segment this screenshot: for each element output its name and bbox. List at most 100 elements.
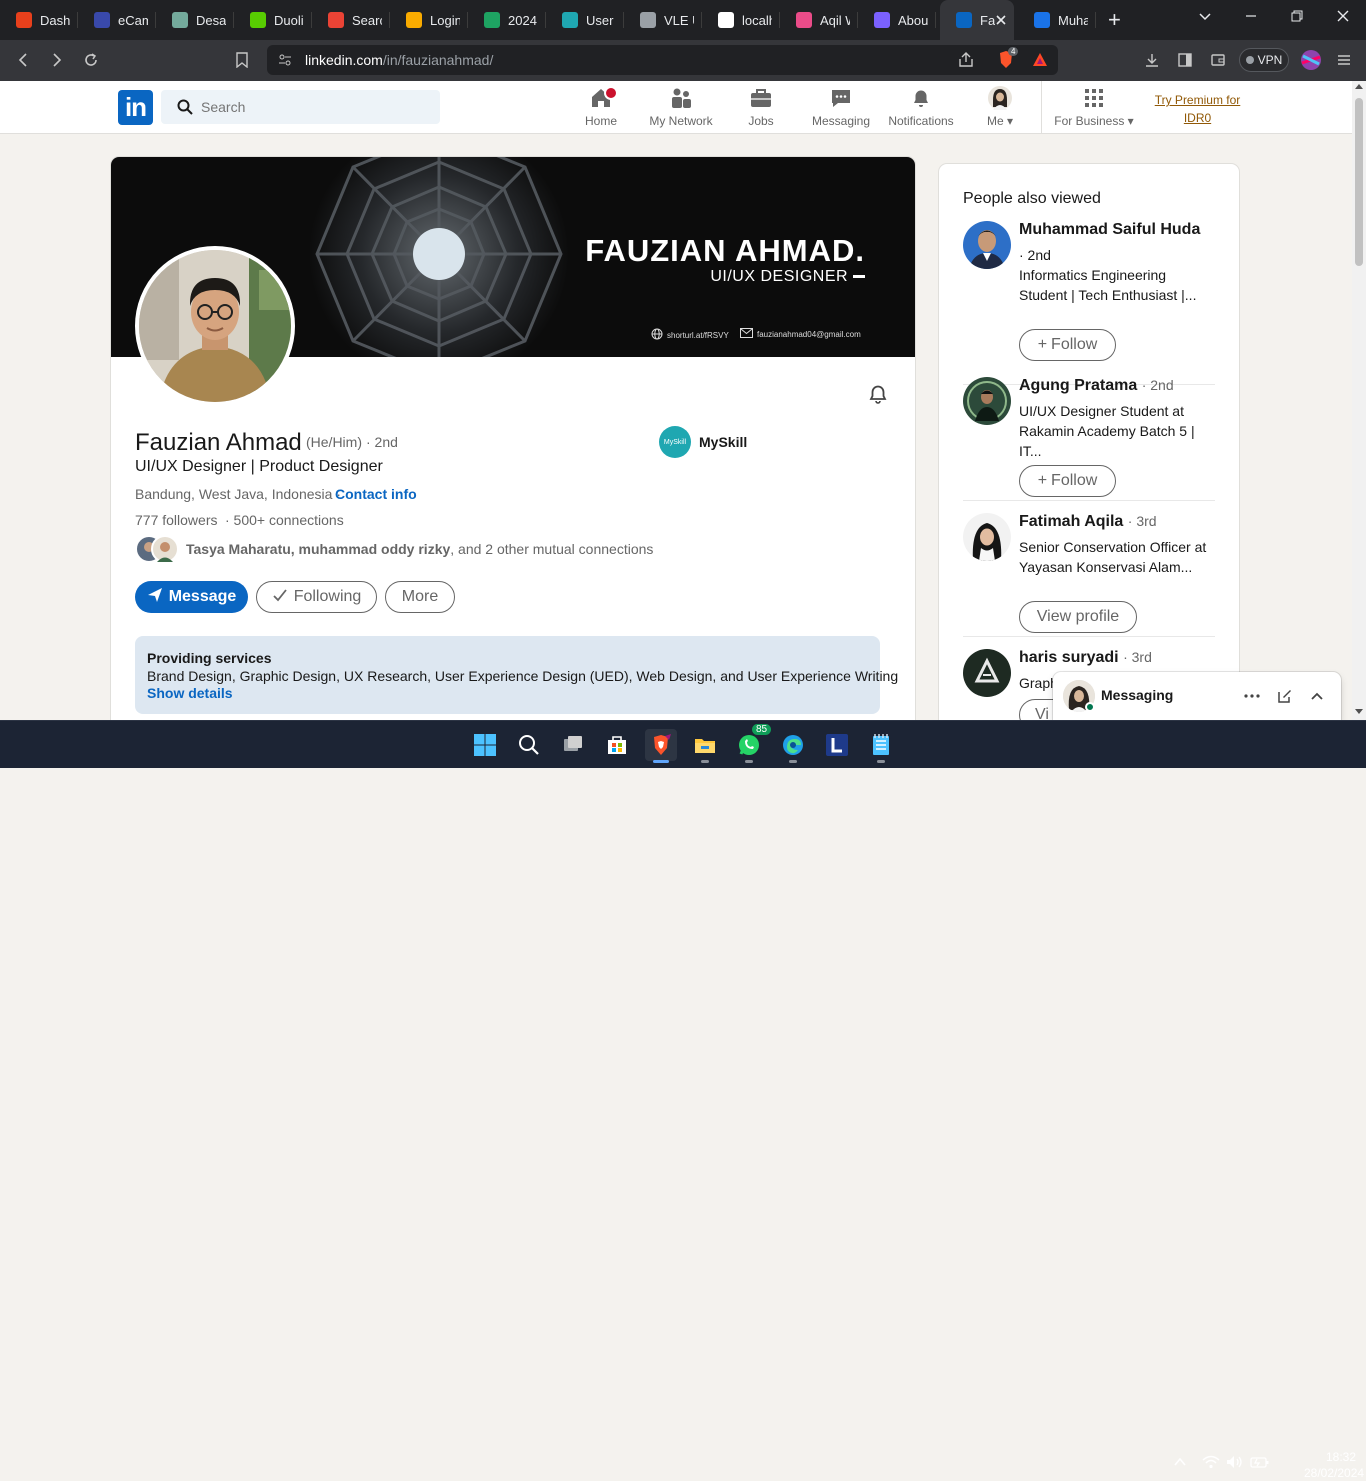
follow-button[interactable]: + Follow xyxy=(1019,465,1116,497)
person-name[interactable]: Fatimah Aqila xyxy=(1019,513,1123,530)
connections-count[interactable]: · 500+ connections xyxy=(225,512,344,528)
wifi-icon[interactable] xyxy=(1202,1455,1220,1472)
show-hidden-icons-chevron[interactable] xyxy=(1173,1455,1187,1472)
message-button[interactable]: Message xyxy=(135,581,248,613)
e-logo-icon xyxy=(16,12,32,28)
nav-me[interactable]: Me ▾ xyxy=(982,86,1018,130)
download-icon[interactable] xyxy=(1140,48,1164,72)
dribbble-icon xyxy=(796,12,812,28)
active-indicator xyxy=(653,760,669,763)
brave-browser-icon[interactable] xyxy=(645,729,677,763)
nav-notifications[interactable]: Notifications xyxy=(886,86,956,130)
browser-tab[interactable]: 2024 xyxy=(468,0,546,40)
following-button[interactable]: Following xyxy=(256,581,377,613)
person-avatar[interactable] xyxy=(963,377,1011,425)
scroll-up-arrow[interactable] xyxy=(1355,84,1363,89)
view-profile-button[interactable]: View profile xyxy=(1019,601,1137,633)
microsoft-store-icon[interactable] xyxy=(601,729,633,761)
tab-search-icon[interactable] xyxy=(1182,0,1228,32)
system-clock[interactable]: 18:32 28/02/2024 xyxy=(1304,1449,1364,1481)
menu-icon[interactable] xyxy=(1332,48,1356,72)
scroll-down-arrow[interactable] xyxy=(1355,709,1363,714)
nav-messaging[interactable]: Messaging xyxy=(810,86,872,130)
wallet-icon[interactable] xyxy=(1206,48,1230,72)
notepad-icon[interactable] xyxy=(865,729,897,763)
messaging-overlay[interactable]: Messaging xyxy=(1053,672,1341,720)
back-icon[interactable] xyxy=(11,48,35,72)
person-card: Muhammad Saiful Huda · 2nd Informatics E… xyxy=(963,221,1215,385)
file-explorer-icon[interactable] xyxy=(689,729,721,763)
nav-my-network[interactable]: My Network xyxy=(647,86,715,130)
person-avatar[interactable] xyxy=(963,221,1011,269)
person-name-row: haris suryadi · 3rd xyxy=(1019,649,1152,667)
close-window-button[interactable] xyxy=(1320,0,1366,32)
search-input[interactable] xyxy=(201,99,421,115)
compose-icon[interactable] xyxy=(1275,686,1295,706)
show-details-link[interactable]: Show details xyxy=(147,685,868,701)
start-icon[interactable] xyxy=(469,729,501,761)
nav-for-business[interactable]: For Business ▾ xyxy=(1052,86,1136,130)
volume-icon[interactable] xyxy=(1226,1455,1244,1472)
chevron-up-icon[interactable] xyxy=(1307,686,1327,706)
brave-rewards-icon[interactable] xyxy=(1031,51,1049,74)
nav-jobs[interactable]: Jobs xyxy=(741,86,781,130)
person-avatar[interactable] xyxy=(963,649,1011,697)
profile-photo[interactable] xyxy=(135,246,295,406)
browser-tab[interactable]: About xyxy=(858,0,936,40)
reload-icon[interactable] xyxy=(79,48,103,72)
share-icon[interactable] xyxy=(957,51,975,74)
browser-tab[interactable]: Muhar xyxy=(1018,0,1096,40)
localhost-icon xyxy=(718,12,734,28)
minimize-button[interactable] xyxy=(1228,0,1274,32)
forward-icon[interactable] xyxy=(45,48,69,72)
page-scrollbar[interactable] xyxy=(1352,81,1366,720)
battery-icon[interactable] xyxy=(1250,1455,1270,1472)
follow-button[interactable]: + Follow xyxy=(1019,329,1116,361)
whatsapp-icon[interactable]: 85 xyxy=(733,723,773,763)
new-tab-button[interactable]: + xyxy=(1108,7,1132,33)
profile-icon[interactable] xyxy=(1299,48,1323,72)
browser-tab[interactable]: Search xyxy=(312,0,390,40)
browser-tab[interactable]: Desain xyxy=(156,0,234,40)
person-name[interactable]: Muhammad Saiful Huda xyxy=(1019,221,1200,239)
try-premium-link[interactable]: Try Premium for IDR0 xyxy=(1154,91,1241,127)
address-bar[interactable]: linkedin.com/in/fauzianahmad/ 4 xyxy=(267,45,1058,75)
followers-count[interactable]: 777 followers xyxy=(135,512,218,528)
restore-button[interactable] xyxy=(1274,0,1320,32)
browser-tab[interactable]: localh xyxy=(702,0,780,40)
browser-tab[interactable]: Login xyxy=(390,0,468,40)
browser-tab[interactable]: Fa xyxy=(940,0,1014,40)
browser-tab[interactable]: User E xyxy=(546,0,624,40)
browser-tab[interactable]: VLE U xyxy=(624,0,702,40)
more-options-icon[interactable] xyxy=(1242,686,1262,706)
browser-tab[interactable]: Duolin xyxy=(234,0,312,40)
browser-tab[interactable]: Aqil W xyxy=(780,0,858,40)
mutual-connections-text[interactable]: Tasya Maharatu, muhammad oddy rizky, and… xyxy=(186,541,653,557)
current-company[interactable]: MySkill MySkill xyxy=(659,426,747,458)
nav-home[interactable]: Home xyxy=(583,86,619,130)
mutual-connection-avatars[interactable] xyxy=(135,535,181,563)
taskbar-search-icon[interactable] xyxy=(513,729,545,761)
contact-info-link[interactable]: Contact info xyxy=(335,486,417,502)
scrollbar-thumb[interactable] xyxy=(1355,98,1363,266)
sidebar-icon[interactable] xyxy=(1173,48,1197,72)
close-tab-icon[interactable] xyxy=(996,12,1006,28)
services-list: Brand Design, Graphic Design, UX Researc… xyxy=(147,668,899,684)
linkedin-icon xyxy=(956,12,972,28)
l-app-icon[interactable] xyxy=(821,729,853,761)
person-name[interactable]: Agung Pratama xyxy=(1019,377,1137,394)
site-settings-icon[interactable] xyxy=(277,52,293,73)
search-box[interactable] xyxy=(161,90,440,124)
person-name-row: Fatimah Aqila · 3rd xyxy=(1019,513,1157,531)
bookmark-icon[interactable] xyxy=(230,48,254,72)
follow-notification-bell-icon[interactable] xyxy=(866,382,890,406)
vpn-button[interactable]: VPN xyxy=(1239,48,1289,72)
browser-tab[interactable]: eCam xyxy=(78,0,156,40)
linkedin-logo[interactable]: in xyxy=(118,90,153,125)
task-view-icon[interactable] xyxy=(557,729,589,761)
person-name[interactable]: haris suryadi xyxy=(1019,649,1119,666)
edge-icon[interactable] xyxy=(777,729,809,763)
more-button[interactable]: More xyxy=(385,581,455,613)
person-avatar[interactable] xyxy=(963,513,1011,561)
browser-tab[interactable]: Dashb xyxy=(0,0,78,40)
